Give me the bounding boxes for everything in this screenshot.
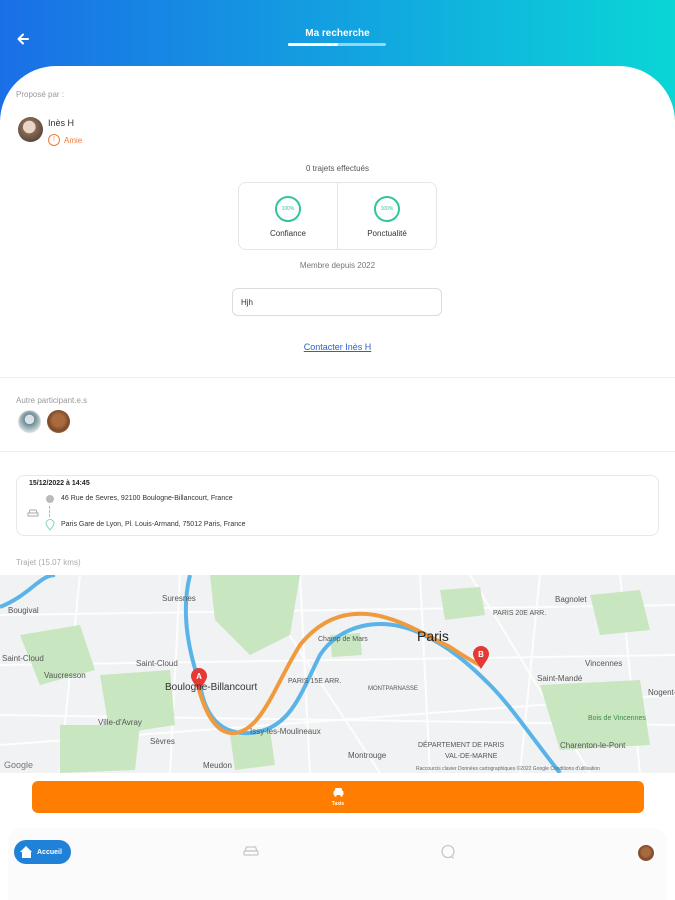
map-label: Suresnes xyxy=(162,594,196,603)
svg-text:B: B xyxy=(478,650,484,659)
trip-to: Paris Gare de Lyon, Pl. Louis-Armand, 75… xyxy=(61,521,246,528)
message-input[interactable] xyxy=(232,288,442,316)
participant-avatar[interactable] xyxy=(18,410,41,433)
map-label: Montrouge xyxy=(348,751,387,760)
map-label: Sèvres xyxy=(150,737,175,746)
start-dot-icon xyxy=(46,495,54,503)
punctuality-ring-icon: 100% xyxy=(374,196,400,222)
map-label: Ville-d'Avray xyxy=(98,718,142,727)
map-label: Boulogne-Billancourt xyxy=(165,682,258,693)
contact-link[interactable]: Contacter Inès H xyxy=(0,342,675,352)
map-canvas: A B Bougival Suresnes Saint-Cloud Vaucre… xyxy=(0,575,675,773)
stat-trust-label: Confiance xyxy=(269,229,307,238)
trip-from: 46 Rue de Sevres, 92100 Boulogne-Billanc… xyxy=(61,495,233,502)
map-label: Bougival xyxy=(8,606,39,615)
destination-pin-icon xyxy=(45,519,55,531)
friend-badge: ! Amie xyxy=(48,134,82,146)
route-map[interactable]: A B Bougival Suresnes Saint-Cloud Vaucre… xyxy=(0,575,675,773)
car-icon xyxy=(32,786,644,799)
route-dash xyxy=(49,506,50,517)
car-icon xyxy=(27,508,39,518)
trip-datetime: 15/12/2022 à 14:45 xyxy=(29,480,90,487)
map-label: Bois de Vincennes xyxy=(588,715,646,722)
nav-home-label: Accueil xyxy=(37,848,62,856)
divider xyxy=(0,377,675,378)
taxi-button[interactable]: Taxis xyxy=(32,781,644,813)
friend-badge-label: Amie xyxy=(64,135,83,145)
trip-card: 15/12/2022 à 14:45 46 Rue de Sevres, 921… xyxy=(16,475,659,536)
map-label: Charenton-le-Pont xyxy=(560,741,626,750)
participant-avatar[interactable] xyxy=(47,410,70,433)
profile-avatar[interactable] xyxy=(638,845,654,861)
proposer-label: Proposé par : xyxy=(16,90,65,99)
nav-home-button[interactable]: Accueil xyxy=(14,840,71,864)
map-label: Meudon xyxy=(203,761,232,770)
car-group-icon[interactable] xyxy=(242,844,260,862)
chat-bubble-icon[interactable] xyxy=(439,844,457,862)
map-label: MONTPARNASSE xyxy=(368,686,418,692)
trust-ring-icon: 100% xyxy=(275,196,301,222)
friend-icon: ! xyxy=(48,134,60,146)
page-title: Ma recherche xyxy=(305,28,370,39)
map-label: DÉPARTEMENT DE PARIS xyxy=(418,740,505,749)
map-label: Paris xyxy=(417,628,449,644)
map-label: PARIS 15E ARR. xyxy=(288,678,341,685)
map-label: Vincennes xyxy=(585,659,622,668)
route-distance-label: Trajet (15.07 kms) xyxy=(16,558,81,567)
member-since: Membre depuis 2022 xyxy=(299,261,376,270)
map-label: Saint-Cloud xyxy=(136,659,178,668)
stat-punctuality: 100% Ponctualité xyxy=(337,183,436,249)
bottom-nav: Accueil xyxy=(8,828,667,900)
stat-trust: 100% Confiance xyxy=(239,183,337,249)
google-logo: Google xyxy=(4,760,33,770)
tab-indicator-active xyxy=(288,43,338,46)
map-attribution[interactable]: Raccourcis clavier Données cartographiqu… xyxy=(416,765,600,772)
map-label: VAL-DE-MARNE xyxy=(445,753,498,760)
map-label: Champ de Mars xyxy=(318,636,368,643)
proposer-name: Inès H xyxy=(48,118,75,128)
map-label: Vaucresson xyxy=(44,671,86,680)
svg-text:A: A xyxy=(196,672,202,681)
trips-count: 0 trajets effectués xyxy=(306,164,369,173)
stats-card: 100% Confiance 100% Ponctualité xyxy=(238,182,437,250)
map-label: Nogent- xyxy=(648,688,675,697)
map-label: Saint-Cloud xyxy=(2,654,44,663)
stat-punctuality-label: Ponctualité xyxy=(367,229,407,238)
home-icon xyxy=(20,846,33,858)
map-label: Issy-les-Moulineaux xyxy=(250,727,321,736)
map-label: PARIS 20E ARR. xyxy=(493,610,546,617)
taxi-button-label: Taxis xyxy=(331,801,345,807)
proposer-avatar[interactable] xyxy=(18,117,43,142)
map-label: Bagnolet xyxy=(555,595,587,604)
divider xyxy=(0,451,675,452)
map-label: Saint-Mandé xyxy=(537,674,583,683)
participants-label: Autre participant.e.s xyxy=(16,396,88,405)
